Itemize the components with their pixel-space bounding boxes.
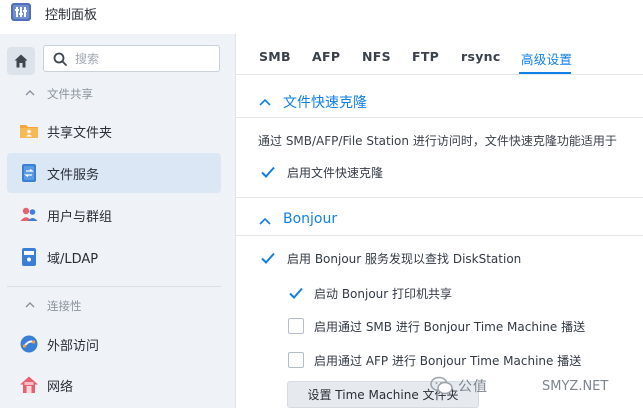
chevron-up-icon xyxy=(259,217,271,225)
sidebar-item-external-access[interactable]: 外部访问 xyxy=(7,324,221,364)
section-connectivity[interactable]: 连接性 xyxy=(0,295,235,317)
tab-rsync[interactable]: rsync xyxy=(461,49,501,64)
fast-clone-description: 通过 SMB/AFP/File Station 进行访问时，文件快速克隆功能适用… xyxy=(258,134,617,148)
chevron-up-icon xyxy=(25,302,35,308)
sidebar-divider xyxy=(7,286,221,287)
sidebar-item-network[interactable]: 网络 xyxy=(7,365,221,405)
sidebar-item-label: 共享文件夹 xyxy=(47,126,113,141)
sidebar-item-shared-folder[interactable]: 共享文件夹 xyxy=(7,111,221,151)
sidebar-item-label: 文件服务 xyxy=(47,168,100,183)
section-file-sharing[interactable]: 文件共享 xyxy=(0,83,235,105)
tab-ftp[interactable]: FTP xyxy=(412,49,439,64)
divider xyxy=(236,117,643,118)
checkbox-timemachine-smb[interactable] xyxy=(288,318,304,334)
title-bar: 控制面板 xyxy=(0,0,643,26)
tab-bar: SMB AFP NFS FTP rsync 高级设置 xyxy=(236,34,643,75)
search-icon xyxy=(53,52,67,66)
section-label: 连接性 xyxy=(47,299,82,313)
checkbox-timemachine-afp[interactable] xyxy=(288,352,304,368)
section-label: 文件共享 xyxy=(47,87,93,101)
ldap-icon xyxy=(22,248,36,266)
sidebar-item-label: 域/LDAP xyxy=(47,252,99,267)
checkbox-label: 启用通过 AFP 进行 Bonjour Time Machine 播送 xyxy=(314,354,582,368)
section-title: 文件快速克隆 xyxy=(283,95,367,111)
chevron-up-icon xyxy=(25,90,35,96)
checkbox-label: 启用 Bonjour 服务发现以查找 DiskStation xyxy=(287,252,522,266)
checkbox-label: 启用通过 SMB 进行 Bonjour Time Machine 播送 xyxy=(314,320,586,334)
home-button[interactable] xyxy=(7,47,35,75)
folder-user-icon xyxy=(20,125,38,138)
sidebar-item-ldap[interactable]: 域/LDAP xyxy=(7,237,221,277)
users-icon xyxy=(20,207,38,221)
search-input[interactable] xyxy=(75,49,205,68)
tab-afp[interactable]: AFP xyxy=(312,49,340,64)
sidebar-item-file-services[interactable]: 文件服务 xyxy=(7,153,221,193)
tab-advanced[interactable]: 高级设置 xyxy=(521,49,572,68)
checkbox-fast-clone[interactable] xyxy=(260,164,276,180)
active-tab-indicator xyxy=(519,72,571,74)
checkbox-bonjour-discovery[interactable] xyxy=(260,250,276,266)
sidebar-item-label: 用户与群组 xyxy=(47,210,113,225)
checkbox-label: 启用文件快速克隆 xyxy=(287,166,384,180)
window-title: 控制面板 xyxy=(45,8,98,23)
chevron-up-icon xyxy=(259,98,271,106)
home-icon xyxy=(14,54,28,68)
watermark-site: SMYZ.NET xyxy=(542,379,609,394)
checkbox-label: 启动 Bonjour 打印机共享 xyxy=(314,287,453,301)
sidebar-item-users-groups[interactable]: 用户与群组 xyxy=(7,195,221,235)
tab-nfs[interactable]: NFS xyxy=(362,49,391,64)
sidebar-item-label: 网络 xyxy=(47,380,74,395)
search-field[interactable] xyxy=(43,45,220,72)
control-panel-icon xyxy=(11,3,31,21)
wechat-logo-icon xyxy=(430,376,453,395)
divider xyxy=(236,235,643,236)
tab-smb[interactable]: SMB xyxy=(259,49,291,64)
section-title: Bonjour xyxy=(283,211,338,227)
divider xyxy=(236,197,643,198)
watermark-text: 公值 xyxy=(458,379,488,395)
watermark: 公值 SMYZ.NET xyxy=(430,372,640,402)
sidebar: 文件共享 共享文件夹 文件服务 用户与群组 xyxy=(0,34,236,408)
sidebar-item-label: 外部访问 xyxy=(47,339,100,354)
network-icon xyxy=(20,376,38,393)
external-access-icon xyxy=(20,335,38,353)
checkbox-bonjour-printer[interactable] xyxy=(288,285,304,301)
file-services-icon xyxy=(22,164,36,182)
